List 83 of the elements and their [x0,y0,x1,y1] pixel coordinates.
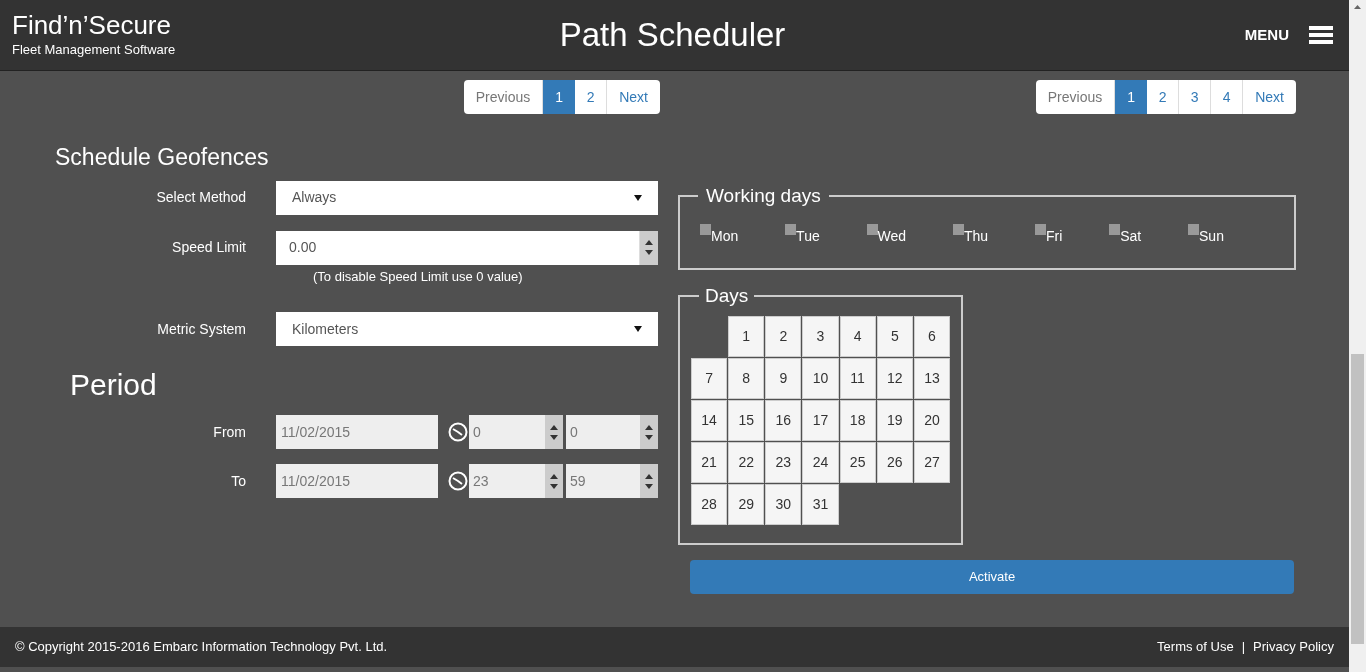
logo[interactable]: Find’n’Secure [12,10,252,41]
page-title: Path Scheduler [559,15,786,56]
dropdown-caret-icon [634,194,642,201]
link-separator: | [1241,638,1246,657]
field-label: Speed Limit [171,238,246,257]
calendar-day[interactable]: 4 [839,315,876,357]
calendar-day[interactable]: 24 [802,441,839,483]
speed-limit-hint: (To disable Speed Limit use 0 value) [313,267,524,286]
spinner-arrows-icon[interactable] [545,464,563,498]
calendar-day[interactable]: 17 [802,399,839,441]
calendar-day[interactable]: 30 [765,483,802,525]
calendar-day[interactable]: 27 [913,441,950,483]
calendar-day[interactable]: 1 [728,315,765,357]
field-label: Select Method [155,188,246,207]
period-label: To [230,471,246,491]
calendar-day[interactable]: 12 [876,357,913,399]
calendar-day[interactable]: 3 [802,315,839,357]
calendar-day[interactable]: 23 [765,441,802,483]
hour-input[interactable]: 23 [469,464,563,498]
weekday-checkbox[interactable]: Sat [1109,222,1142,247]
calendar-day[interactable]: 6 [913,315,950,357]
footer-link[interactable]: Privacy Policy [1253,637,1334,657]
calendar-day[interactable]: 18 [839,399,876,441]
calendar-day[interactable]: 25 [839,441,876,483]
weekday-checkbox[interactable]: Thu [952,222,989,247]
page-number-button[interactable]: 2 [1147,80,1180,114]
logo-tagline: Fleet Management Software [12,41,177,60]
calendar-day[interactable]: 14 [691,399,728,441]
period-label: From [212,422,246,442]
weekday-checkbox[interactable]: Fri [1034,222,1063,247]
weekday-checkbox[interactable]: Sun [1188,222,1224,247]
scrollbar[interactable] [1349,0,1366,672]
calendar-day[interactable]: 16 [765,399,802,441]
metric-select[interactable]: Kilometers [276,312,658,346]
page-number-button[interactable]: 1 [543,80,576,114]
spinner-arrows-icon[interactable] [640,464,658,498]
section-title: Period [70,367,158,403]
field-label: Metric System [156,319,246,339]
calendar-day[interactable]: 11 [839,357,876,399]
speed-limit-input[interactable]: 0.00 [276,230,658,265]
page-number-button[interactable]: 2 [575,80,608,114]
page-number-button[interactable]: 1 [1115,80,1148,114]
calendar-day[interactable]: 13 [913,357,950,399]
weekday-checkbox[interactable]: Mon [700,222,739,247]
panel-legend: Days [699,282,755,311]
spinner-arrows-icon[interactable] [545,415,563,449]
page-number-button[interactable]: 3 [1179,80,1212,114]
weekday-checkbox[interactable]: Wed [866,222,907,247]
minute-input[interactable]: 59 [566,464,658,498]
section-title: Schedule Geofences [55,143,270,172]
calendar-day[interactable]: 22 [728,441,765,483]
next-page-button[interactable]: Next [1243,80,1296,114]
calendar-day[interactable]: 15 [728,399,765,441]
date-input[interactable]: 11/02/2015 [276,415,438,449]
weekday-checkbox[interactable]: Tue [785,222,820,247]
calendar-day[interactable]: 7 [691,357,728,399]
calendar-day[interactable]: 2 [765,315,802,357]
calendar-day[interactable]: 21 [691,441,728,483]
date-input[interactable]: 11/02/2015 [276,464,438,498]
calendar-day[interactable]: 10 [802,357,839,399]
footer-link[interactable]: Terms of Use [1157,637,1234,657]
menu-icon[interactable] [1309,25,1333,45]
calendar-day[interactable]: 8 [728,357,765,399]
page-number-button[interactable]: 4 [1211,80,1244,114]
hour-input[interactable]: 0 [469,415,563,449]
method-select[interactable]: Always [276,180,658,215]
activate-button[interactable]: Activate [690,559,1294,594]
spinner-arrows-icon[interactable] [640,230,658,265]
panel-legend: Working days [698,182,829,211]
calendar-day[interactable]: 5 [876,315,913,357]
calendar-day[interactable]: 19 [876,399,913,441]
calendar-day[interactable]: 28 [691,483,728,525]
minute-input[interactable]: 0 [566,415,658,449]
dropdown-caret-icon [634,326,642,332]
menu-label[interactable]: MENU [1244,23,1289,47]
copyright-text: © Copyright 2015-2016 Embarc Information Technology Pvt. Ltd. [15,638,388,657]
calendar-day[interactable]: 26 [876,441,913,483]
calendar-day[interactable]: 9 [765,357,802,399]
spinner-arrows-icon[interactable] [640,415,658,449]
calendar-day[interactable]: 31 [802,483,839,525]
next-page-button[interactable]: Next [607,80,660,114]
calendar-day[interactable]: 20 [913,399,950,441]
calendar-day[interactable]: 29 [728,483,765,525]
